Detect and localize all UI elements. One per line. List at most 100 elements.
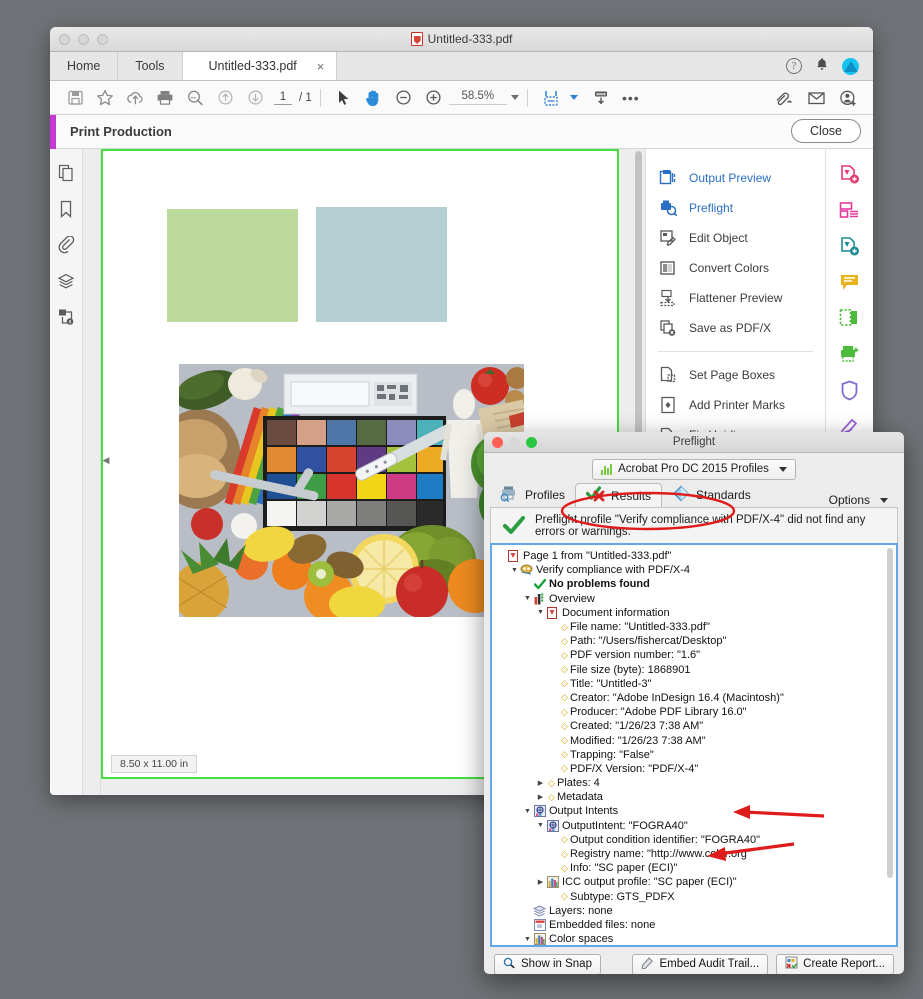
zoom-in-icon[interactable]	[419, 84, 449, 112]
previous-page-icon[interactable]	[210, 84, 240, 112]
tree-row[interactable]: ◇Created: "1/26/23 7:38 AM"	[496, 719, 896, 733]
preflight-close-button[interactable]	[492, 437, 503, 448]
profile-chevron-down-icon[interactable]	[779, 467, 787, 472]
organize-pages-icon[interactable]	[839, 199, 861, 221]
scroll-mode-icon[interactable]	[586, 84, 616, 112]
zoom-dropdown-chevron-down-icon[interactable]	[511, 95, 519, 100]
help-icon[interactable]: ?	[786, 58, 802, 74]
preflight-traffic-lights[interactable]	[492, 437, 537, 448]
tree-row[interactable]: No problems found	[496, 577, 896, 591]
tree-row[interactable]: ▶◇Plates: 4	[496, 776, 896, 790]
bookmarks-icon[interactable]	[56, 199, 76, 219]
profile-set-dropdown[interactable]: Acrobat Pro DC 2015 Profiles	[592, 459, 796, 480]
tree-scrollbar-thumb[interactable]	[887, 548, 893, 878]
tree-row[interactable]: ◇Producer: "Adobe PDF Library 16.0"	[496, 705, 896, 719]
tree-row[interactable]: ▼Verify compliance with PDF/X-4	[496, 563, 896, 577]
create-pdf-icon[interactable]	[839, 163, 861, 185]
preflight-minimize-button[interactable]	[509, 437, 520, 448]
tree-row[interactable]: ◇Subtype: GTS_PDFX	[496, 890, 896, 904]
tool-edit-object[interactable]: Edit Object	[646, 223, 825, 253]
tree-row[interactable]: ▼Output Intents	[496, 804, 896, 818]
tool-flattener-preview[interactable]: Flattener Preview	[646, 283, 825, 313]
embed-audit-trail-button[interactable]: Embed Audit Trail...	[632, 954, 768, 975]
twisty-down-icon[interactable]: ▼	[509, 567, 520, 574]
options-chevron-down-icon[interactable]	[880, 498, 888, 503]
star-icon[interactable]	[90, 84, 120, 112]
tree-row[interactable]: ▼Document information	[496, 606, 896, 620]
tree-row[interactable]: ▶◇Metadata	[496, 790, 896, 804]
tree-row[interactable]: ◇Output condition identifier: "FOGRA40"	[496, 833, 896, 847]
tool-add-printer-marks[interactable]: Add Printer Marks	[646, 390, 825, 420]
twisty-right-icon[interactable]: ▶	[535, 793, 546, 801]
tab-home[interactable]: Home	[50, 52, 118, 80]
preflight-zoom-button[interactable]	[526, 437, 537, 448]
tree-row[interactable]: Layers: none	[496, 904, 896, 918]
tree-row[interactable]: ◇PDF version number: "1.6"	[496, 648, 896, 662]
tab-profiles[interactable]: Profiles	[490, 483, 575, 507]
twisty-down-icon[interactable]: ▼	[522, 808, 533, 815]
tree-row[interactable]: ▶ICC output profile: "SC paper (ECI)"	[496, 875, 896, 889]
close-panel-button[interactable]: Close	[791, 119, 861, 143]
crop-pages-icon[interactable]	[839, 307, 861, 329]
hand-tool-icon[interactable]	[359, 84, 389, 112]
page-fit-chevron-down-icon[interactable]	[570, 95, 578, 100]
tool-output-preview[interactable]: Output Preview	[646, 163, 825, 193]
tree-row[interactable]: ▼OutputIntent: "FOGRA40"	[496, 819, 896, 833]
collapse-panel-handle[interactable]: ◀	[101, 449, 111, 471]
tree-row[interactable]: ◇Path: "/Users/fishercat/Desktop"	[496, 634, 896, 648]
comment-icon[interactable]	[839, 271, 861, 293]
tab-results[interactable]: Results	[575, 483, 662, 507]
export-pdf-icon[interactable]	[839, 235, 861, 257]
tree-row[interactable]: Page 1 from "Untitled-333.pdf"	[496, 549, 896, 563]
tree-row[interactable]: ▼Color spaces	[496, 932, 896, 946]
page-fit-icon[interactable]	[536, 84, 566, 112]
add-user-icon[interactable]	[833, 84, 863, 112]
tree-row[interactable]: DeviceCMYK color space	[496, 946, 896, 947]
preflight-results-tree[interactable]: Page 1 from "Untitled-333.pdf"▼Verify co…	[490, 543, 898, 947]
tree-row[interactable]: ◇Title: "Untitled-3"	[496, 677, 896, 691]
attachments-icon[interactable]	[56, 235, 76, 255]
twisty-right-icon[interactable]: ▶	[535, 878, 546, 886]
show-in-snap-button[interactable]: Show in Snap	[494, 954, 601, 975]
page-navigation[interactable]: 1 / 1	[274, 91, 312, 105]
tree-row[interactable]: ▼Overview	[496, 592, 896, 606]
tree-row[interactable]: ◇Registry name: "http://www.color.org"	[496, 847, 896, 861]
page-thumbnails-icon[interactable]	[56, 163, 76, 183]
email-icon[interactable]	[801, 84, 831, 112]
close-tab-icon[interactable]: ×	[317, 59, 325, 74]
tab-standards[interactable]: Standards	[662, 483, 761, 507]
content-info-icon[interactable]	[56, 307, 76, 327]
avatar[interactable]	[842, 58, 859, 75]
save-icon[interactable]	[60, 84, 90, 112]
create-report-button[interactable]: Create Report...	[776, 954, 894, 975]
tree-row[interactable]: ◇File size (byte): 1868901	[496, 663, 896, 677]
search-icon[interactable]	[180, 84, 210, 112]
tree-row[interactable]: Embedded files: none	[496, 918, 896, 932]
notifications-bell-icon[interactable]	[815, 57, 829, 75]
scrollbar-thumb[interactable]	[635, 151, 642, 441]
twisty-right-icon[interactable]: ▶	[535, 779, 546, 787]
tool-convert-colors[interactable]: Convert Colors	[646, 253, 825, 283]
tree-row[interactable]: ◇Modified: "1/26/23 7:38 AM"	[496, 733, 896, 747]
protect-shield-icon[interactable]	[839, 379, 861, 401]
share-link-icon[interactable]	[769, 84, 799, 112]
zoom-level-value[interactable]: 58.5%	[449, 90, 507, 105]
layers-panel-icon[interactable]	[56, 271, 76, 291]
print-production-rail-icon[interactable]	[839, 343, 861, 365]
tree-row[interactable]: ◇File name: "Untitled-333.pdf"	[496, 620, 896, 634]
tree-scrollbar[interactable]	[886, 548, 894, 944]
more-tools-icon[interactable]: •••	[616, 84, 646, 112]
zoom-out-icon[interactable]	[389, 84, 419, 112]
page-number-input[interactable]: 1	[274, 91, 292, 105]
tool-set-page-boxes[interactable]: Set Page Boxes	[646, 360, 825, 390]
tool-preflight[interactable]: Preflight	[646, 193, 825, 223]
next-page-icon[interactable]	[240, 84, 270, 112]
twisty-down-icon[interactable]: ▼	[522, 595, 533, 602]
tool-save-as-pdfx[interactable]: Save as PDF/X	[646, 313, 825, 343]
tree-row[interactable]: ◇PDF/X Version: "PDF/X-4"	[496, 762, 896, 776]
twisty-down-icon[interactable]: ▼	[535, 609, 546, 616]
tab-tools[interactable]: Tools	[118, 52, 182, 80]
tree-row[interactable]: ◇Trapping: "False"	[496, 748, 896, 762]
cloud-upload-icon[interactable]	[120, 84, 150, 112]
tree-row[interactable]: ◇Creator: "Adobe InDesign 16.4 (Macintos…	[496, 691, 896, 705]
